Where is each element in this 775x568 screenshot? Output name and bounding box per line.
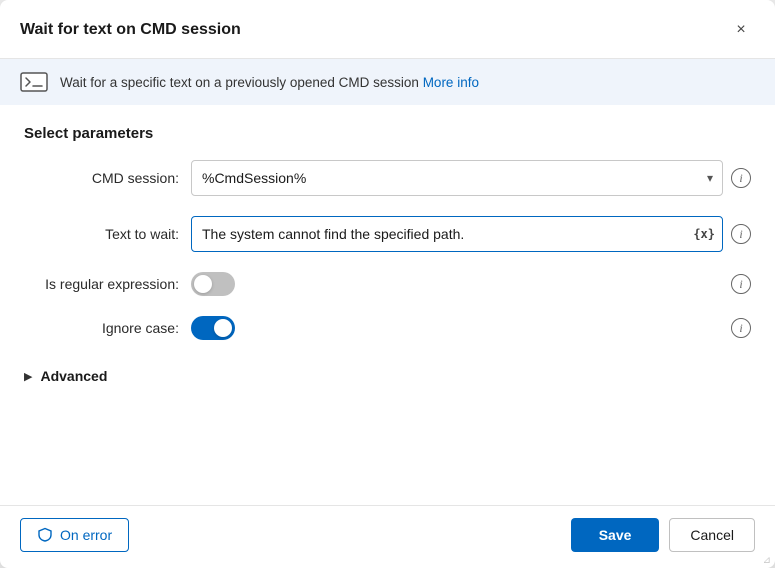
advanced-chevron-icon: ▶ <box>24 370 32 383</box>
main-content: Select parameters CMD session: %CmdSessi… <box>0 105 775 505</box>
text-to-wait-label: Text to wait: <box>24 226 179 242</box>
save-button[interactable]: Save <box>571 518 660 552</box>
toggle-thumb-ignore <box>214 319 232 337</box>
ignore-case-toggle[interactable] <box>191 316 235 340</box>
toggle-thumb-regex <box>194 275 212 293</box>
more-info-link[interactable]: More info <box>423 75 479 90</box>
is-regular-expression-toggle[interactable] <box>191 272 235 296</box>
on-error-label: On error <box>60 527 112 543</box>
close-button[interactable]: × <box>727 16 755 44</box>
cmd-session-control: %CmdSession% ▾ i <box>191 160 751 196</box>
text-to-wait-row: Text to wait: {x} i <box>24 216 751 252</box>
cancel-button[interactable]: Cancel <box>669 518 755 552</box>
cmd-session-label: CMD session: <box>24 170 179 186</box>
variable-button[interactable]: {x} <box>693 227 715 241</box>
ignore-case-label: Ignore case: <box>24 320 179 336</box>
section-title: Select parameters <box>24 125 751 142</box>
info-banner: Wait for a specific text on a previously… <box>0 59 775 105</box>
cmd-icon <box>20 71 48 93</box>
text-to-wait-control: {x} i <box>191 216 751 252</box>
footer-actions: Save Cancel <box>571 518 755 552</box>
toggle-track-ignore <box>191 316 235 340</box>
title-bar: Wait for text on CMD session × <box>0 0 775 59</box>
is-regular-expression-control: i <box>191 272 751 296</box>
cmd-session-info-icon[interactable]: i <box>731 168 751 188</box>
text-input-wrapper: {x} <box>191 216 723 252</box>
ignore-case-control: i <box>191 316 751 340</box>
ignore-case-info-icon[interactable]: i <box>731 318 751 338</box>
toggle-track-regex <box>191 272 235 296</box>
is-regular-expression-info-icon[interactable]: i <box>731 274 751 294</box>
ignore-case-row: Ignore case: i <box>24 316 751 340</box>
on-error-button[interactable]: On error <box>20 518 129 552</box>
dialog: Wait for text on CMD session × Wait for … <box>0 0 775 568</box>
advanced-row[interactable]: ▶ Advanced <box>24 360 751 392</box>
advanced-label: Advanced <box>40 368 107 384</box>
cmd-session-select[interactable]: %CmdSession% <box>191 160 723 196</box>
banner-text: Wait for a specific text on a previously… <box>60 75 479 90</box>
dialog-title: Wait for text on CMD session <box>20 21 241 39</box>
shield-icon <box>37 527 53 543</box>
is-regular-expression-label: Is regular expression: <box>24 276 179 292</box>
resize-handle: ⊿ <box>763 555 771 566</box>
is-regular-expression-row: Is regular expression: i <box>24 272 751 296</box>
text-to-wait-input[interactable] <box>191 216 723 252</box>
text-to-wait-info-icon[interactable]: i <box>731 224 751 244</box>
footer: On error Save Cancel <box>0 505 775 568</box>
cmd-session-select-wrapper: %CmdSession% ▾ <box>191 160 723 196</box>
cmd-session-row: CMD session: %CmdSession% ▾ i <box>24 160 751 196</box>
